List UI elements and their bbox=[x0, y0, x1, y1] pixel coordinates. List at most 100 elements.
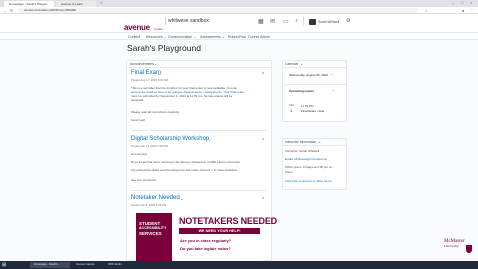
widget-title: Instructor Information bbox=[285, 140, 317, 144]
office-hours-link[interactable]: Click here to access to office hours bbox=[285, 179, 331, 183]
event-month: SEP bbox=[289, 104, 295, 107]
divider bbox=[283, 84, 346, 85]
chevron-down-icon[interactable]: ⌄ bbox=[300, 61, 303, 66]
event-day: 1 bbox=[290, 108, 293, 113]
email-label: Email: bbox=[285, 157, 294, 161]
logo-line: University bbox=[444, 244, 459, 248]
taskbar-item[interactable]: Homepage - Sarah's... bbox=[30, 262, 70, 268]
page-title: Sarah's Playground bbox=[127, 43, 201, 53]
menu-item-rubric[interactable]: Rubric/Eval bbox=[228, 35, 246, 39]
back-icon[interactable]: ← bbox=[3, 7, 7, 14]
poster-banner: WE NEED YOUR HELP! bbox=[179, 228, 260, 234]
divider bbox=[127, 67, 271, 68]
tab-label: Homepage - Sarah's Playgro bbox=[9, 2, 48, 6]
office-hours: Office Hours: Fridays at 2:00 pm on bbox=[285, 165, 333, 169]
new-tab-icon[interactable]: + bbox=[100, 0, 102, 6]
poster-side-text: STUDENT ACCESSIBILITY SERVICES bbox=[139, 221, 166, 236]
announcement-date: Posted Jan 8, 2020 4:38 PM bbox=[131, 203, 167, 207]
calendar-date[interactable]: Wednesday, August 26, 2020 bbox=[289, 73, 328, 77]
email-link[interactable]: whitwese@mcmaster.ca bbox=[294, 157, 326, 161]
divider bbox=[283, 145, 346, 146]
address-bar: ← ↻ avenue.mcmaster.ca/d2l/home/306098 ☆… bbox=[0, 7, 478, 14]
poster-title: NOTETAKERS NEEDED bbox=[179, 216, 277, 226]
announcement-title[interactable]: Notetaker Needed bbox=[131, 195, 180, 201]
menu-item-resources[interactable]: Resources ⌄ bbox=[146, 35, 167, 39]
announcement-line: Hi everyone, bbox=[131, 152, 148, 156]
chevron-down-icon[interactable]: ⌄ bbox=[332, 88, 335, 92]
avatar[interactable] bbox=[309, 19, 316, 25]
announcement-line: See you tomorrow! bbox=[131, 178, 157, 182]
bell-icon[interactable]: ♪ bbox=[295, 18, 298, 24]
instructor-name: Instructor: Sarah Whitwell bbox=[285, 149, 320, 153]
grid-icon[interactable]: ▦ bbox=[258, 18, 264, 25]
event-name[interactable]: Final Exam - Due bbox=[301, 109, 324, 113]
menu-label: Assessments bbox=[200, 35, 221, 39]
announcement-line: Don't forget that we're meeting in the W… bbox=[131, 160, 241, 164]
taskbar-item[interactable]: OBS Studio bbox=[104, 262, 130, 268]
dismiss-icon[interactable]: × bbox=[262, 195, 264, 200]
tab-label: Avenue to Learn bbox=[61, 2, 83, 6]
taskbar-item[interactable]: Avenue Capture bbox=[72, 262, 102, 268]
upcoming-events-heading: Upcoming events bbox=[289, 89, 315, 93]
minimize-icon[interactable]: – bbox=[452, 0, 454, 6]
chevron-down-icon[interactable]: ⌄ bbox=[154, 61, 157, 66]
shield-icon bbox=[466, 245, 472, 253]
chevron-down-icon[interactable]: ⌄ bbox=[208, 137, 211, 142]
poster-side-line: SERVICES bbox=[139, 231, 162, 236]
menu-item-assessments[interactable]: Assessments ⌄ bbox=[200, 35, 225, 39]
divider bbox=[131, 190, 267, 191]
poster-line: Are you in class regularly? bbox=[180, 238, 232, 243]
announcement-line: Please read all instructions carefully. bbox=[131, 110, 180, 114]
dismiss-icon[interactable]: × bbox=[262, 70, 264, 75]
logo-sub: to learn bbox=[154, 28, 163, 31]
url-field[interactable]: avenue.mcmaster.ca/d2l/home/306098 bbox=[18, 8, 418, 13]
divider bbox=[165, 17, 166, 25]
menu-item-content[interactable]: Content bbox=[128, 35, 140, 39]
chat-icon[interactable]: ▭ bbox=[283, 18, 289, 25]
dismiss-icon[interactable]: × bbox=[262, 136, 264, 141]
announcement-line: must be submitted by September 1, 2020 a… bbox=[131, 94, 233, 98]
office-hours-platform: Zoom bbox=[285, 170, 293, 174]
menu-label: Resources bbox=[146, 35, 163, 39]
chevron-down-icon[interactable]: ⌄ bbox=[318, 139, 321, 144]
avenue-logo[interactable]: avenue bbox=[124, 23, 150, 32]
org-name[interactable]: whitwese sandbox bbox=[168, 18, 209, 24]
mcmaster-logo: McMaster University bbox=[444, 239, 465, 248]
announcement-line: accepted. bbox=[131, 98, 145, 102]
announcement-title[interactable]: Final Exam bbox=[131, 70, 161, 76]
gear-icon[interactable]: ⚙ bbox=[346, 18, 350, 24]
chevron-down-icon[interactable]: ⌄ bbox=[180, 196, 183, 201]
user-name[interactable]: Sarah Whitwell bbox=[318, 20, 339, 24]
divider bbox=[283, 67, 346, 68]
course-navbar: Content Resources ⌄ Communication ⌄ Asse… bbox=[0, 32, 478, 40]
divider bbox=[131, 130, 267, 131]
announcement-line: Good luck! bbox=[131, 118, 146, 122]
poster-line: Do you take legible notes? bbox=[180, 246, 231, 251]
reload-icon[interactable]: ↻ bbox=[10, 7, 13, 14]
poster-side-panel: STUDENT ACCESSIBILITY SERVICES bbox=[136, 213, 172, 261]
divider bbox=[303, 16, 304, 26]
widget-title: Announcements bbox=[130, 62, 154, 66]
menu-dots-icon[interactable]: ⋮ bbox=[470, 7, 474, 14]
announcement-date: Posted Aug 17, 2020 8:00 AM bbox=[131, 78, 169, 82]
chevron-down-icon[interactable]: ⌄ bbox=[158, 71, 161, 76]
notetaker-poster: STUDENT ACCESSIBILITY SERVICES NOTETAKER… bbox=[136, 213, 277, 261]
close-window-icon[interactable]: × bbox=[470, 0, 472, 6]
instructor-email: Email: whitwese@mcmaster.ca bbox=[285, 157, 327, 161]
menu-item-course-admin[interactable]: Course Admin bbox=[248, 35, 270, 39]
chevron-down-icon[interactable]: ⌄ bbox=[330, 72, 333, 76]
url-text: avenue.mcmaster.ca/d2l/home/306098 bbox=[24, 8, 76, 12]
announcement-line: I've posted the slides we'll be using he… bbox=[131, 168, 238, 172]
maximize-icon[interactable]: □ bbox=[461, 0, 463, 6]
browser-tab-bar: Homepage - Sarah's Playgro Avenue to Lea… bbox=[0, 0, 478, 7]
widget-title: Calendar bbox=[285, 62, 299, 66]
announcement-date: Posted Jan 13, 2020 1:00 PM bbox=[131, 144, 168, 148]
menu-label: Communication bbox=[168, 35, 193, 39]
message-icon[interactable]: ✉ bbox=[270, 18, 275, 25]
start-icon[interactable]: ⊞ bbox=[2, 262, 6, 268]
menu-item-communication[interactable]: Communication ⌄ bbox=[168, 35, 196, 39]
event-time: 11:59 PM bbox=[301, 104, 314, 108]
announcement-title[interactable]: Digital Scholarship Workshop bbox=[131, 136, 209, 142]
star-icon[interactable]: ☆ bbox=[424, 7, 428, 14]
profile-icon[interactable]: ● bbox=[462, 7, 464, 14]
